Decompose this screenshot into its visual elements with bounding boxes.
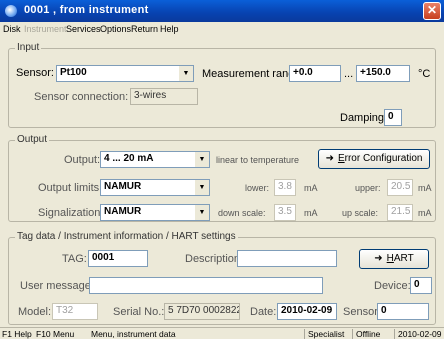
menu-options[interactable]: Options (100, 24, 131, 34)
status-context: Menu, instrument data (91, 329, 176, 339)
output-select[interactable]: 4 ... 20 mA ▼ (100, 151, 210, 168)
down-scale-input[interactable]: 3.5 (274, 204, 296, 221)
output-value: 4 ... 20 mA (104, 153, 154, 164)
hart-btn-text: ART (393, 253, 414, 264)
range-to-input[interactable]: +150.0 (356, 65, 410, 82)
sensor-label: Sensor: (16, 67, 54, 79)
tag-legend: Tag data / Instrument information / HART… (15, 231, 238, 242)
arrow-right-icon: ➜ (374, 253, 383, 264)
signalization-value: NAMUR (104, 206, 142, 217)
menu-bar: Disk Instrument Services Options Return … (0, 22, 444, 36)
description-label: Description: (185, 253, 244, 265)
menu-instrument[interactable]: Instrument (24, 24, 67, 34)
menu-disk[interactable]: Disk (3, 24, 21, 34)
sensor-id-input[interactable]: 0 (377, 303, 429, 320)
linear-text: linear to temperature (216, 155, 300, 165)
arrow-right-icon: ➜ (325, 153, 334, 164)
status-menu: F10 Menu (36, 329, 75, 339)
device-input[interactable]: 0 (410, 277, 432, 294)
upper-input[interactable]: 20.5 (387, 179, 413, 196)
user-message-input[interactable] (89, 277, 323, 294)
chevron-down-icon: ▼ (195, 152, 209, 167)
damping-label: Damping: (340, 112, 388, 124)
down-scale-unit: mA (304, 208, 318, 218)
limits-value: NAMUR (104, 181, 142, 192)
chevron-down-icon: ▼ (195, 205, 209, 220)
chevron-down-icon: ▼ (195, 180, 209, 195)
signalization-label: Signalization: (38, 207, 104, 219)
app-icon (5, 5, 17, 17)
menu-help[interactable]: Help (160, 24, 179, 34)
up-scale-input[interactable]: 21.5 (387, 204, 413, 221)
date-label: Date: (250, 306, 277, 318)
model-label: Model: (18, 306, 52, 318)
range-separator: ... (344, 68, 354, 80)
output-legend: Output (15, 134, 50, 145)
lower-unit: mA (304, 183, 318, 193)
window-title: 0001 , from instrument (24, 4, 149, 16)
sensor-id-label: Sensor: (343, 306, 381, 318)
error-configuration-button[interactable]: ➜ Error Configuration (318, 149, 430, 169)
menu-return[interactable]: Return (131, 24, 158, 34)
error-btn-text: rror Configuration (344, 153, 423, 164)
status-date: 2010-02-09 (394, 329, 441, 339)
status-bar: F1 Help F10 Menu Menu, instrument data S… (0, 327, 444, 339)
tag-label: TAG: (62, 253, 87, 265)
sensor-select[interactable]: Pt100 ▼ (56, 65, 194, 82)
tag-input[interactable]: 0001 (88, 250, 148, 267)
hart-button[interactable]: ➜ HART (359, 249, 429, 269)
limits-label: Output limits: (38, 182, 103, 194)
signalization-select[interactable]: NAMUR ▼ (100, 204, 210, 221)
serial-label: Serial No.: (113, 306, 165, 318)
model-value: T32 (52, 303, 98, 320)
title-bar: 0001 , from instrument ✕ (0, 0, 444, 22)
range-from-input[interactable]: +0.0 (289, 65, 341, 82)
status-user: Specialist (304, 329, 344, 339)
sensor-value: Pt100 (60, 67, 87, 78)
connection-value: 3-wires (130, 88, 198, 105)
lower-label: lower: (245, 183, 270, 193)
error-btn-accel: E (337, 153, 345, 164)
output-label: Output: (64, 154, 101, 166)
date-input[interactable]: 2010-02-09 (277, 303, 337, 320)
menu-services[interactable]: Services (66, 24, 101, 34)
damping-input[interactable]: 0 (384, 109, 402, 126)
status-help: F1 Help (2, 329, 32, 339)
chevron-down-icon: ▼ (179, 66, 193, 81)
description-input[interactable] (237, 250, 337, 267)
lower-input[interactable]: 3.8 (274, 179, 296, 196)
device-label: Device: (374, 280, 411, 292)
app-window: 0001 , from instrument ✕ Disk Instrument… (0, 0, 444, 339)
range-unit: °C (418, 68, 431, 80)
input-legend: Input (15, 42, 42, 53)
user-message-label: User message: (20, 280, 94, 292)
close-button[interactable]: ✕ (423, 2, 441, 20)
limits-select[interactable]: NAMUR ▼ (100, 179, 210, 196)
serial-value: 5 7D70 00028226 (164, 303, 240, 320)
upper-unit: mA (418, 183, 432, 193)
up-scale-label: up scale: (342, 208, 379, 218)
connection-label: Sensor connection: (34, 91, 129, 103)
upper-label: upper: (355, 183, 381, 193)
status-mode: Offline (352, 329, 380, 339)
hart-btn-accel: H (386, 253, 394, 264)
up-scale-unit: mA (418, 208, 432, 218)
down-scale-label: down scale: (218, 208, 266, 218)
